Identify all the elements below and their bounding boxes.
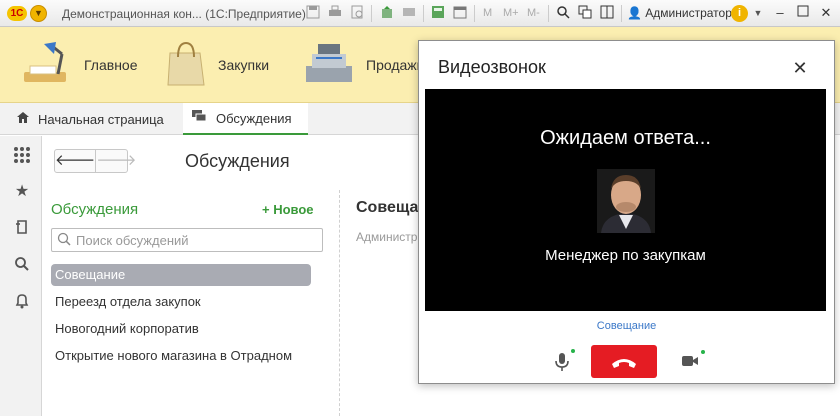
maximize-icon[interactable] — [795, 5, 811, 21]
tab-home[interactable]: Начальная страница — [0, 103, 180, 135]
print-icon[interactable] — [327, 5, 343, 21]
calculator-icon[interactable] — [430, 5, 446, 21]
left-toolbar: ★ — [0, 136, 42, 416]
info-icon[interactable]: i — [731, 5, 748, 22]
tab-label: Начальная страница — [38, 111, 164, 127]
panels-icon[interactable] — [599, 5, 615, 21]
section-label: Закупки — [218, 57, 270, 73]
camera-status-dot — [701, 350, 705, 354]
call-status-text: Ожидаем ответа... — [540, 127, 711, 149]
video-call-dialog: Видеозвонок ✕ Ожидаем ответа... Менеджер… — [418, 40, 835, 384]
preview-icon[interactable] — [349, 5, 365, 21]
search-icon — [57, 232, 71, 246]
discussion-item[interactable]: Новогодний корпоратив — [51, 318, 311, 340]
video-area: Ожидаем ответа... Менеджер по закупкам — [425, 89, 826, 311]
zoom-icon[interactable] — [555, 5, 571, 21]
search-icon[interactable] — [12, 256, 32, 276]
shopping-bag-icon — [164, 39, 208, 92]
favorites-star-icon[interactable]: ★ — [12, 182, 32, 202]
desk-lamp-icon — [18, 40, 74, 91]
title-bar: 1С ▼ Демонстрационная кон... (1С:Предпри… — [0, 0, 840, 27]
copy-link-icon[interactable] — [401, 5, 417, 21]
back-arrow-icon[interactable]: 🡐 — [55, 150, 95, 172]
toolbar-separator — [423, 5, 424, 22]
home-icon — [16, 111, 30, 127]
section-label: Продажи — [366, 57, 425, 73]
main-menu-button[interactable]: ▼ — [30, 5, 47, 22]
user-icon: 👤 — [627, 6, 642, 20]
toolbar-separator — [474, 5, 475, 22]
mic-status-dot — [571, 349, 575, 353]
phone-hangup-icon — [612, 359, 636, 368]
close-icon[interactable]: ✕ — [791, 59, 809, 77]
section-main[interactable]: Главное — [18, 27, 138, 103]
new-button-label: Новое — [273, 202, 314, 217]
save-icon[interactable] — [305, 5, 321, 21]
new-discussion-button[interactable]: + Новое — [262, 202, 314, 217]
memory-minus-button[interactable]: M- — [527, 7, 540, 19]
panel-divider[interactable] — [339, 190, 340, 416]
microphone-icon[interactable] — [553, 352, 571, 372]
navigation-buttons: 🡐 🡒 — [54, 149, 136, 173]
chat-icon — [192, 110, 207, 126]
search-field[interactable] — [51, 228, 323, 252]
minimize-icon[interactable]: – — [772, 5, 788, 21]
app-title: Демонстрационная кон... (1С:Предприятие) — [62, 7, 306, 21]
chevron-down-icon[interactable]: ▼ — [750, 5, 766, 21]
memory-plus-button[interactable]: M+ — [503, 7, 519, 19]
1c-logo-icon: 1С — [7, 6, 27, 21]
toolbar-separator — [621, 5, 622, 22]
close-window-icon[interactable]: ✕ — [818, 5, 834, 21]
page-title: Обсуждения — [185, 151, 290, 171]
section-sales[interactable]: Продажи — [302, 27, 424, 103]
camera-icon[interactable] — [681, 354, 699, 368]
conference-link[interactable]: Совещание — [419, 320, 834, 332]
apps-grid-icon[interactable] — [12, 146, 32, 166]
toolbar-separator — [548, 5, 549, 22]
forward-arrow-icon[interactable]: 🡒 — [95, 150, 136, 172]
attach-icon[interactable] — [379, 5, 395, 21]
section-label: Главное — [84, 57, 138, 73]
discussion-item[interactable]: Переезд отдела закупок — [51, 291, 311, 313]
calendar-icon[interactable] — [452, 5, 468, 21]
history-icon[interactable] — [12, 219, 32, 239]
discussions-list-title: Обсуждения — [51, 201, 139, 218]
callee-name: Менеджер по закупкам — [545, 247, 706, 264]
memory-button[interactable]: M — [483, 7, 492, 19]
tab-discussions[interactable]: Обсуждения — [183, 103, 308, 135]
cash-register-icon — [302, 40, 356, 91]
section-purchases[interactable]: Закупки — [164, 27, 269, 103]
bell-icon[interactable] — [12, 293, 32, 313]
current-user[interactable]: 👤 Администратор — [627, 6, 732, 20]
dialog-title: Видеозвонок — [438, 57, 546, 77]
search-input[interactable] — [74, 231, 314, 249]
toolbar-separator — [371, 5, 372, 22]
callee-avatar — [597, 169, 655, 233]
discussion-item[interactable]: Совещание — [51, 264, 311, 286]
discussion-item[interactable]: Открытие нового магазина в Отрадном — [51, 345, 311, 367]
windows-icon[interactable] — [577, 5, 593, 21]
tab-label: Обсуждения — [216, 110, 292, 126]
user-name: Администратор — [645, 6, 732, 20]
plus-icon: + — [262, 202, 270, 217]
hangup-button[interactable] — [591, 345, 657, 378]
